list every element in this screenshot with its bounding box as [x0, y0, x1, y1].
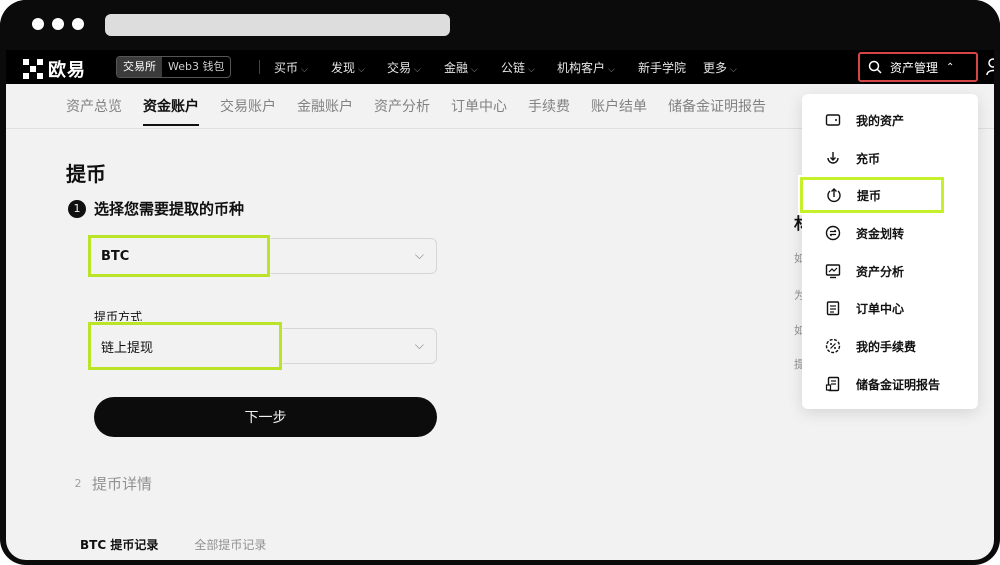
nav-item-label: 金融 — [444, 61, 469, 75]
window-dot — [72, 18, 84, 30]
deposit-icon — [824, 149, 842, 167]
menu-item-label: 提币 — [857, 188, 882, 203]
step-number: 2 — [74, 476, 82, 490]
order-icon — [824, 299, 842, 317]
wallet-icon — [824, 111, 842, 129]
chevron-down-icon: ⌵ — [414, 248, 424, 262]
chevron-down-icon: ⌵ — [414, 338, 424, 352]
user-icon[interactable] — [986, 58, 994, 76]
coin-select-value[interactable]: BTC — [87, 234, 271, 278]
tab-trading-account[interactable]: 交易账户 — [220, 96, 276, 116]
segment-web3-wallet[interactable]: Web3 钱包 — [162, 57, 230, 77]
asset-management-menu: 我的资产 充币 提币 资金划转 资产分析 订单中心 我的手续费 储备金证明报告 — [800, 94, 978, 409]
menu-item-label: 我的资产 — [856, 113, 905, 128]
step-number: 1 — [68, 199, 86, 218]
nav-item-discover[interactable]: 发现 ⌵ — [331, 59, 365, 76]
chevron-down-icon: ⌵ — [528, 65, 535, 75]
nav-item-label: 新手学院 — [638, 61, 687, 75]
menu-item-order-center[interactable]: 订单中心 — [802, 290, 978, 326]
logo[interactable]: 欧易 — [22, 56, 86, 82]
nav-item-trade[interactable]: 交易 ⌵ — [387, 59, 421, 76]
menu-item-withdraw[interactable]: 提币 — [800, 177, 944, 213]
tab-statements[interactable]: 账户结单 — [591, 96, 647, 116]
nav-item-label: 发现 — [331, 61, 356, 75]
record-tabs: BTC 提币记录 全部提币记录 — [80, 536, 266, 553]
menu-item-label: 订单中心 — [856, 301, 905, 316]
nav-item-label: 更多 — [703, 61, 728, 75]
menu-item-my-fees[interactable]: 我的手续费 — [802, 328, 978, 364]
tab-order-center[interactable]: 订单中心 — [451, 96, 507, 116]
page-title: 提币 — [66, 162, 106, 186]
address-bar[interactable] — [105, 14, 450, 36]
nav-item-finance[interactable]: 金融 ⌵ — [444, 59, 478, 76]
nav-item-label: 机构客户 — [557, 61, 606, 75]
nav-item-chain[interactable]: 公链 ⌵ — [501, 59, 535, 76]
nav-item-academy[interactable]: 新手学院 — [638, 59, 686, 76]
segment-exchange[interactable]: 交易所 — [117, 57, 162, 77]
chevron-up-icon: ⌃ — [946, 61, 955, 73]
reserve-report-icon — [824, 375, 842, 393]
tab-all-withdraw-records[interactable]: 全部提币记录 — [194, 536, 266, 553]
window-dot — [52, 18, 64, 30]
menu-item-asset-analysis[interactable]: 资产分析 — [802, 253, 978, 289]
menu-item-label: 资金划转 — [856, 226, 905, 241]
window-frame: 欧易 交易所 Web3 钱包 买币 ⌵ 发现 ⌵ 交易 ⌵ 金融 ⌵ 公链 ⌵ 机构客户 ⌵… — [0, 0, 1000, 565]
fee-icon — [824, 337, 842, 355]
browser-chrome — [0, 0, 1000, 50]
account-subtabs: 资产总览 资金账户 交易账户 金融账户 资产分析 订单中心 手续费 账户结单 储… — [66, 96, 766, 126]
chevron-down-icon: ⌵ — [301, 65, 308, 75]
menu-item-label: 资产分析 — [856, 264, 905, 279]
step-1: 1 选择您需要提取的币种 — [68, 198, 244, 219]
nav-item-institutional[interactable]: 机构客户 ⌵ — [557, 59, 615, 76]
page-content: 欧易 交易所 Web3 钱包 买币 ⌵ 发现 ⌵ 交易 ⌵ 金融 ⌵ 公链 ⌵ 机构客户 ⌵… — [6, 50, 994, 560]
menu-item-label: 储备金证明报告 — [856, 377, 941, 392]
top-nav: 欧易 交易所 Web3 钱包 买币 ⌵ 发现 ⌵ 交易 ⌵ 金融 ⌵ 公链 ⌵ 机构客户 ⌵… — [6, 50, 994, 84]
chevron-down-icon: ⌵ — [414, 65, 421, 75]
menu-item-deposit[interactable]: 充币 — [802, 140, 978, 176]
next-step-button[interactable]: 下一步 — [94, 397, 437, 437]
tab-finance-account[interactable]: 金融账户 — [297, 96, 353, 116]
chevron-down-icon: ⌵ — [730, 65, 737, 75]
menu-item-label: 充币 — [856, 151, 881, 166]
tab-proof-of-reserves[interactable]: 储备金证明报告 — [668, 96, 766, 116]
tab-funding-account[interactable]: 资金账户 — [143, 96, 199, 126]
tab-asset-analysis[interactable]: 资产分析 — [374, 96, 430, 116]
nav-item-label: 交易 — [387, 61, 412, 75]
withdraw-method-value[interactable]: 链上提现 — [87, 321, 283, 371]
nav-item-buy[interactable]: 买币 ⌵ — [274, 59, 308, 76]
step-label: 提币详情 — [92, 475, 153, 493]
menu-item-transfer[interactable]: 资金划转 — [802, 215, 978, 251]
chevron-down-icon: ⌵ — [471, 65, 478, 75]
nav-item-more[interactable]: 更多 ⌵ — [703, 59, 737, 76]
menu-item-my-assets[interactable]: 我的资产 — [802, 102, 978, 138]
menu-item-reserve-report[interactable]: 储备金证明报告 — [802, 366, 978, 402]
chevron-down-icon: ⌵ — [608, 65, 615, 75]
chevron-down-icon: ⌵ — [358, 65, 365, 75]
asset-management-button[interactable]: 资产管理 ⌃ — [858, 52, 978, 82]
search-icon — [868, 60, 882, 74]
window-dot — [32, 18, 44, 30]
step-2: 2 提币详情 — [72, 473, 153, 494]
tab-btc-withdraw-records[interactable]: BTC 提币记录 — [80, 536, 158, 553]
nav-divider — [259, 60, 260, 74]
logo-text: 欧易 — [48, 60, 86, 81]
okx-logo-icon — [23, 59, 43, 79]
nav-item-label: 买币 — [274, 61, 299, 75]
withdraw-icon — [825, 186, 843, 204]
step-label: 选择您需要提取的币种 — [94, 200, 245, 218]
transfer-icon — [824, 224, 842, 242]
analysis-icon — [824, 262, 842, 280]
menu-item-label: 我的手续费 — [856, 339, 917, 354]
platform-switch[interactable]: 交易所 Web3 钱包 — [116, 56, 232, 78]
asset-management-label: 资产管理 — [890, 60, 939, 75]
nav-item-label: 公链 — [501, 61, 526, 75]
tab-fees[interactable]: 手续费 — [528, 96, 570, 116]
tab-asset-overview[interactable]: 资产总览 — [66, 96, 122, 116]
